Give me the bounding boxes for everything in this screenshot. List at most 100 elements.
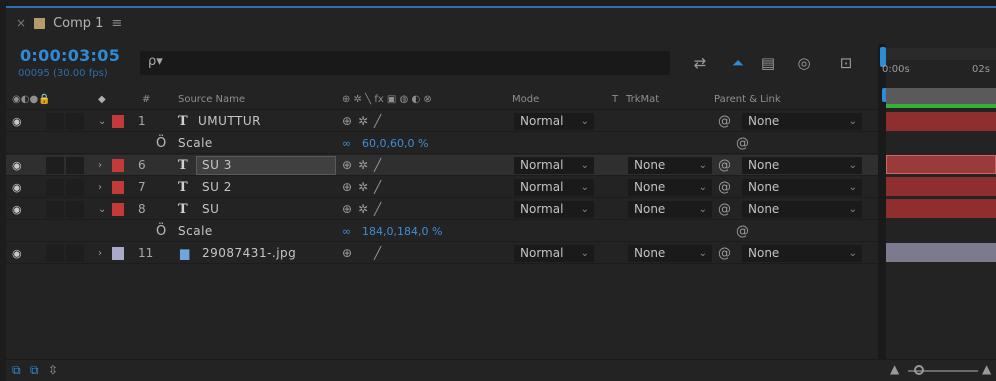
lock-switch[interactable] (66, 179, 84, 196)
eye-icon[interactable]: ◉ (12, 111, 22, 132)
constrain-proportions-icon[interactable]: ∞ (342, 133, 351, 154)
layer-row[interactable]: ◉ ⌄ 1 T UMUTTUR ⊕ ✲ ╱ Normal ⌄ @ None ⌄ (6, 111, 880, 132)
layer-row[interactable]: ◉ ⌄ 8 T SU ⊕ ✲ ╱ Normal ⌄ None ⌄ @ None ⌄ (6, 199, 880, 220)
layer-name[interactable]: SU 2 (202, 177, 232, 198)
zoom-slider-thumb[interactable] (914, 365, 924, 375)
layer-duration-bar[interactable] (886, 112, 996, 131)
shy-switch-icon[interactable]: ⊕ (342, 177, 352, 198)
eye-icon[interactable]: ◉ (12, 199, 22, 220)
collapse-switch-icon[interactable]: ✲ (358, 177, 368, 198)
pickwhip-icon[interactable]: @ (718, 177, 731, 198)
layer-name[interactable]: UMUTTUR (198, 111, 261, 132)
tab-comp[interactable]: × Comp 1 ≡ (6, 8, 122, 38)
layer-duration-bar[interactable] (886, 177, 996, 196)
parent-link-header[interactable]: Parent & Link (714, 94, 781, 105)
layer-duration-bar[interactable] (886, 243, 996, 262)
chevron-down-icon[interactable]: ⌄ (98, 199, 106, 220)
mode-dropdown[interactable]: Normal ⌄ (514, 113, 594, 130)
mode-dropdown[interactable]: Normal ⌄ (514, 201, 594, 218)
collapse-switch-icon[interactable]: ✲ (358, 199, 368, 220)
audio-switch[interactable] (46, 245, 64, 262)
switches-header[interactable]: ⊕ ✲ ╲ fx ▣ ◍ ◐ ⊗ (342, 94, 432, 105)
parent-dropdown[interactable]: None ⌄ (742, 179, 862, 196)
trkmat-dropdown[interactable]: None ⌄ (628, 201, 712, 218)
trkmat-dropdown[interactable]: None ⌄ (628, 179, 712, 196)
layer-switches-toggle-icon[interactable]: ⧉ (12, 363, 21, 378)
shy-switch-icon[interactable]: ⊕ (342, 199, 352, 220)
layer-row[interactable]: ◉ › 6 T SU 3 ⊕ ✲ ╱ Normal ⌄ None ⌄ @ None ⌄ (6, 155, 880, 176)
chevron-right-icon[interactable]: › (98, 177, 102, 198)
number-header[interactable]: # (142, 94, 150, 105)
search-input[interactable]: ρ▾ (140, 51, 670, 75)
work-area-range[interactable] (886, 88, 996, 104)
t-header[interactable]: T (612, 94, 618, 105)
quality-switch-icon[interactable]: ╱ (374, 111, 381, 132)
layer-name[interactable]: SU (202, 199, 219, 220)
motion-blur-icon[interactable]: ◎ (794, 54, 814, 72)
comp-mini-flowchart-icon[interactable]: ⇄ (690, 54, 710, 72)
label-color[interactable] (112, 115, 124, 128)
shy-switch-icon[interactable]: ⊕ (342, 111, 352, 132)
in-out-toggle-icon[interactable]: ⇳ (48, 363, 58, 377)
collapse-switch-icon[interactable]: ✲ (358, 155, 368, 176)
quality-switch-icon[interactable]: ╱ (374, 243, 381, 264)
trkmat-header[interactable]: TrkMat (626, 94, 659, 105)
layer-duration-bar[interactable] (886, 199, 996, 218)
trkmat-dropdown[interactable]: None ⌄ (628, 157, 712, 174)
close-icon[interactable]: × (16, 16, 26, 30)
chevron-right-icon[interactable]: › (98, 243, 102, 264)
quality-switch-icon[interactable]: ╱ (374, 155, 381, 176)
mode-dropdown[interactable]: Normal ⌄ (514, 245, 594, 262)
draft-3d-icon[interactable]: ⏶ (728, 54, 748, 72)
layer-name[interactable]: SU 3 (202, 155, 232, 176)
pickwhip-icon[interactable]: @ (736, 221, 749, 242)
source-name-header[interactable]: Source Name (178, 94, 245, 105)
property-value[interactable]: 184,0,184,0 % (362, 221, 442, 242)
mode-dropdown[interactable]: Normal ⌄ (514, 179, 594, 196)
lock-switch[interactable] (66, 245, 84, 262)
parent-dropdown[interactable]: None ⌄ (742, 113, 862, 130)
quality-switch-icon[interactable]: ╱ (374, 177, 381, 198)
shy-switch-icon[interactable]: ⊕ (342, 155, 352, 176)
mode-header[interactable]: Mode (512, 94, 539, 105)
parent-dropdown[interactable]: None ⌄ (742, 201, 862, 218)
pickwhip-icon[interactable]: @ (718, 111, 731, 132)
label-color[interactable] (112, 203, 124, 216)
label-color[interactable] (112, 159, 124, 172)
parent-dropdown[interactable]: None ⌄ (742, 245, 862, 262)
stopwatch-icon[interactable]: Ö (156, 221, 166, 242)
layer-row[interactable]: ◉ › 11 ▆ 29087431-.jpg ⊕ ╱ Normal ⌄ None ⌄… (6, 243, 880, 264)
lock-switch[interactable] (66, 157, 84, 174)
trkmat-dropdown[interactable]: None ⌄ (628, 245, 712, 262)
hide-shy-layers-icon[interactable]: ▤ (758, 54, 778, 72)
quality-switch-icon[interactable]: ╱ (374, 199, 381, 220)
current-time-display[interactable]: 0:00:03:05 (20, 46, 120, 65)
panel-menu-icon[interactable]: ≡ (111, 16, 122, 31)
lock-switch[interactable] (66, 201, 84, 218)
pickwhip-icon[interactable]: @ (718, 243, 731, 264)
pickwhip-icon[interactable]: @ (736, 133, 749, 154)
audio-switch[interactable] (46, 201, 64, 218)
transfer-controls-toggle-icon[interactable]: ⧉ (30, 363, 39, 378)
parent-dropdown[interactable]: None ⌄ (742, 157, 862, 174)
eye-icon[interactable]: ◉ (12, 177, 22, 198)
zoom-out-icon[interactable]: ▲ (890, 362, 899, 376)
layer-duration-bar[interactable] (886, 155, 996, 174)
lock-switch[interactable] (66, 113, 84, 130)
label-color[interactable] (112, 181, 124, 194)
stopwatch-icon[interactable]: Ö (156, 133, 166, 154)
audio-switch[interactable] (46, 113, 64, 130)
eye-icon[interactable]: ◉ (12, 155, 22, 176)
pickwhip-icon[interactable]: @ (718, 155, 731, 176)
shy-switch-icon[interactable]: ⊕ (342, 243, 352, 264)
eye-icon[interactable]: ◉ (12, 243, 22, 264)
chevron-down-icon[interactable]: ⌄ (98, 111, 106, 132)
audio-switch[interactable] (46, 157, 64, 174)
graph-editor-icon[interactable]: ⊡ (836, 54, 856, 72)
layer-row[interactable]: ◉ › 7 T SU 2 ⊕ ✲ ╱ Normal ⌄ None ⌄ @ None ⌄ (6, 177, 880, 198)
work-area-bar[interactable] (886, 48, 996, 60)
av-features-header[interactable]: ◉◐●🔒 (12, 94, 51, 105)
audio-switch[interactable] (46, 179, 64, 196)
collapse-switch-icon[interactable]: ✲ (358, 111, 368, 132)
property-value[interactable]: 60,0,60,0 % (362, 133, 428, 154)
